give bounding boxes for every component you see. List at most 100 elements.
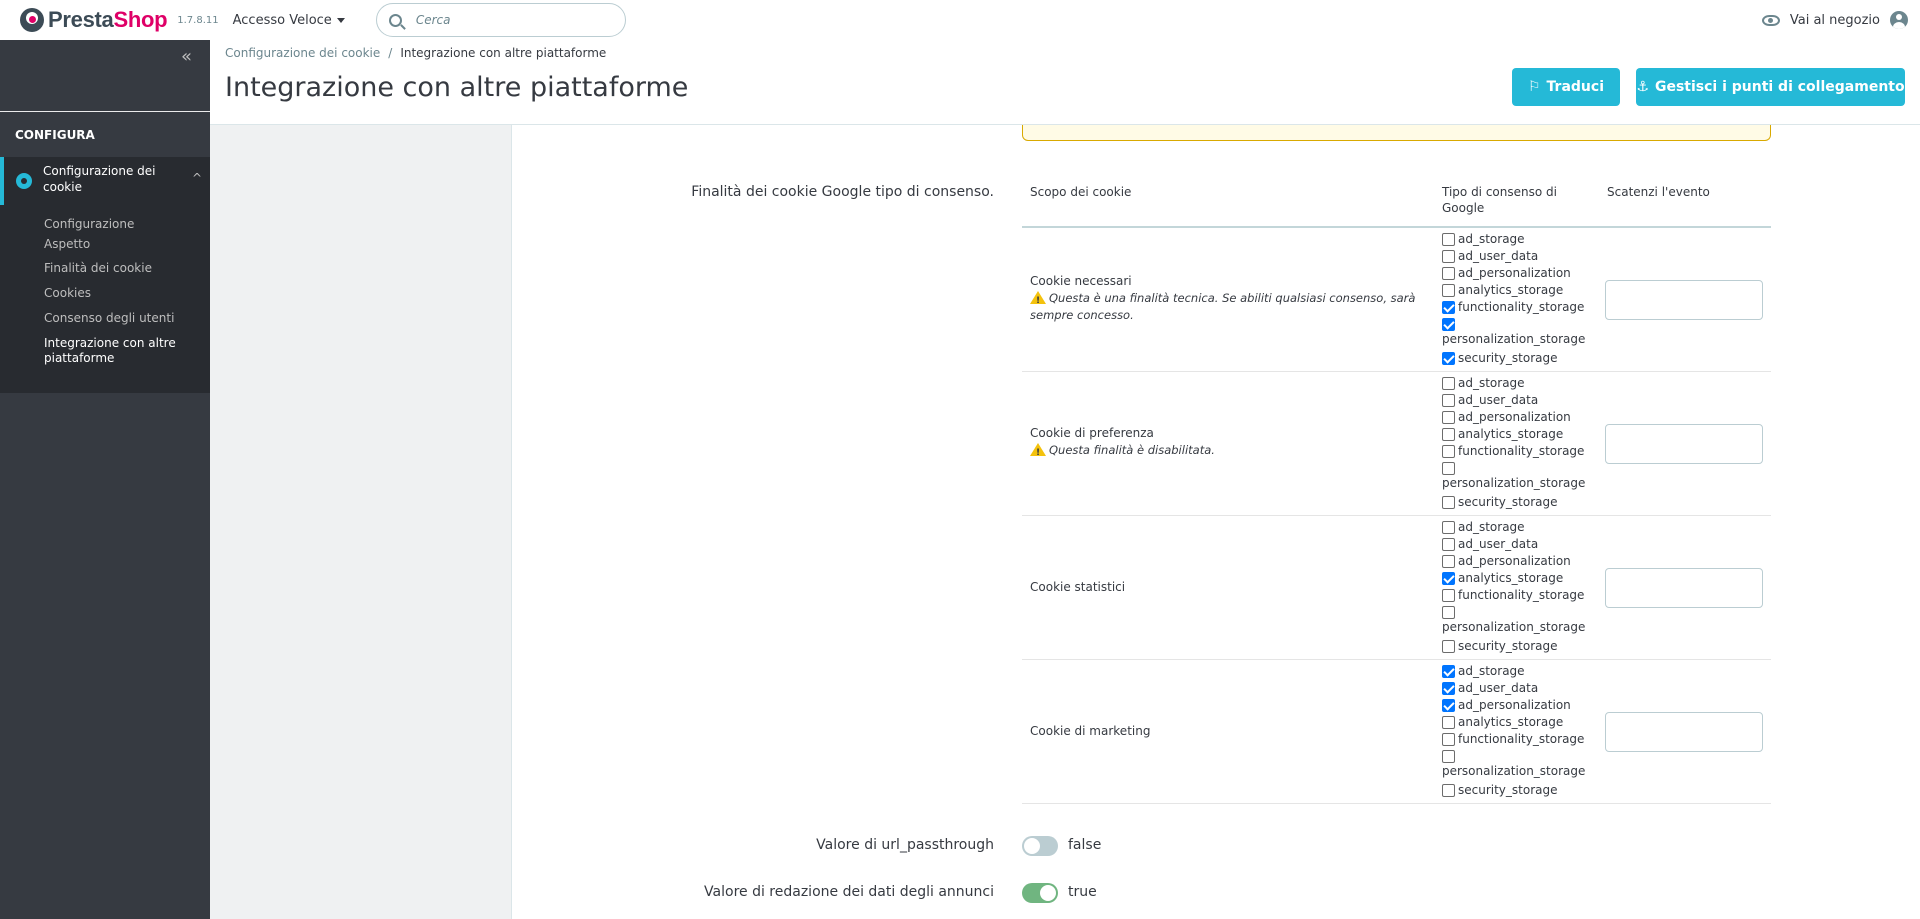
sidebar-section-title: CONFIGURA	[15, 128, 95, 142]
collapse-sidebar-icon[interactable]: «	[181, 48, 192, 66]
sidebar-item-cookie-config[interactable]: Configurazione dei cookie ^	[0, 157, 210, 205]
checkbox[interactable]	[1442, 428, 1455, 441]
checkbox-item[interactable]: ad_storage	[1442, 375, 1585, 392]
manage-hooks-button[interactable]: ⚓ Gestisci i punti di collegamento	[1636, 68, 1905, 106]
quick-access-dropdown[interactable]: Accesso Veloce	[233, 13, 345, 28]
checkbox[interactable]	[1442, 462, 1455, 475]
cookie-icon	[16, 173, 32, 189]
page-header: Configurazione dei cookie / Integrazione c…	[210, 40, 1920, 125]
user-account-icon[interactable]	[1890, 11, 1908, 29]
breadcrumb-current: Integrazione con altre piattaforme	[400, 46, 607, 60]
search-input[interactable]	[415, 13, 596, 27]
checkbox-item[interactable]: functionality_storage	[1442, 443, 1585, 460]
checkbox-item[interactable]: security_storage	[1442, 782, 1585, 799]
table-row: Cookie necessari Questa è una finalità t…	[1022, 228, 1771, 372]
checkbox[interactable]	[1442, 716, 1455, 729]
checkbox-item[interactable]: security_storage	[1442, 494, 1585, 511]
checkbox[interactable]	[1442, 267, 1455, 280]
checkbox[interactable]	[1442, 640, 1455, 653]
checkbox-item[interactable]: ad_storage	[1442, 663, 1585, 680]
checkbox[interactable]	[1442, 284, 1455, 297]
prestashop-logo[interactable]: PrestaShop	[20, 7, 168, 33]
checkbox[interactable]	[1442, 318, 1455, 331]
checkbox-item[interactable]: analytics_storage	[1442, 714, 1585, 731]
checkbox[interactable]	[1442, 445, 1455, 458]
sidebar-subitem-purposes[interactable]: Finalità dei cookie	[44, 261, 194, 276]
ads-redaction-value: true	[1068, 884, 1097, 900]
checkbox[interactable]	[1442, 784, 1455, 797]
checkbox-item[interactable]: ad_personalization	[1442, 409, 1585, 426]
search-box[interactable]	[375, 3, 626, 37]
checkbox[interactable]	[1442, 411, 1455, 424]
checkbox-item[interactable]: analytics_storage	[1442, 570, 1585, 587]
sidebar-subitem-appearance[interactable]: Aspetto	[44, 237, 194, 252]
sidebar-subitem-integrations[interactable]: Integrazione con altre piattaforme	[44, 336, 194, 366]
checkbox[interactable]	[1442, 377, 1455, 390]
sidebar-subitem-cookies[interactable]: Cookies	[44, 286, 194, 301]
sidebar-item-label: Configurazione dei cookie	[43, 164, 156, 194]
checkbox-item[interactable]: personalization_storage	[1442, 316, 1585, 350]
checkbox-item[interactable]: ad_user_data	[1442, 680, 1585, 697]
trigger-event-input[interactable]	[1605, 424, 1763, 464]
row-label-necessary: Cookie necessari	[1030, 274, 1132, 288]
checkbox-item[interactable]: ad_personalization	[1442, 553, 1585, 570]
search-icon	[388, 13, 402, 27]
checkbox-item[interactable]: ad_user_data	[1442, 392, 1585, 409]
checkbox[interactable]	[1442, 352, 1455, 365]
checkbox[interactable]	[1442, 394, 1455, 407]
checkbox[interactable]	[1442, 496, 1455, 509]
checkbox-item[interactable]: analytics_storage	[1442, 426, 1585, 443]
checkbox-item[interactable]: ad_personalization	[1442, 265, 1585, 282]
checkbox-item[interactable]: ad_user_data	[1442, 248, 1585, 265]
checkbox[interactable]	[1442, 699, 1455, 712]
ads-redaction-toggle[interactable]	[1022, 883, 1058, 903]
checkbox-item[interactable]: security_storage	[1442, 350, 1585, 367]
checkbox-item[interactable]: functionality_storage	[1442, 731, 1585, 748]
checkbox-item[interactable]: ad_storage	[1442, 231, 1585, 248]
checkbox[interactable]	[1442, 572, 1455, 585]
translate-button-label: Traduci	[1546, 79, 1604, 95]
checkbox-item[interactable]: security_storage	[1442, 638, 1585, 655]
consent-checkbox-list: ad_storage ad_user_data ad_personalizati…	[1442, 231, 1585, 367]
sidebar-subitem-user-consent[interactable]: Consenso degli utenti	[44, 311, 194, 326]
checkbox-item[interactable]: functionality_storage	[1442, 299, 1585, 316]
checkbox[interactable]	[1442, 682, 1455, 695]
checkbox[interactable]	[1442, 589, 1455, 602]
url-passthrough-toggle[interactable]	[1022, 836, 1058, 856]
checkbox-item[interactable]: ad_storage	[1442, 519, 1585, 536]
view-store-link[interactable]: Vai al negozio	[1761, 11, 1908, 29]
checkbox[interactable]	[1442, 750, 1455, 763]
checkbox-item[interactable]: functionality_storage	[1442, 587, 1585, 604]
checkbox-item[interactable]: personalization_storage	[1442, 604, 1585, 638]
warning-alert	[1022, 125, 1771, 141]
sidebar-subitem-configuration[interactable]: Configurazione	[44, 217, 194, 232]
trigger-event-input[interactable]	[1605, 712, 1763, 752]
header-trigger-event: Scatenzi l'evento	[1607, 185, 1710, 199]
header-consent-type: Tipo di consenso di Google	[1442, 185, 1557, 215]
breadcrumb-separator: /	[388, 46, 393, 60]
checkbox[interactable]	[1442, 733, 1455, 746]
checkbox[interactable]	[1442, 555, 1455, 568]
top-header: PrestaShop 1.7.8.11 Accesso Veloce Vai a…	[0, 0, 1920, 40]
breadcrumb-parent-link[interactable]: Configurazione dei cookie	[225, 46, 380, 60]
checkbox-item[interactable]: analytics_storage	[1442, 282, 1585, 299]
translate-button[interactable]: ⚐ Traduci	[1512, 68, 1620, 106]
logo-text: PrestaShop	[48, 7, 168, 32]
checkbox[interactable]	[1442, 538, 1455, 551]
toggle-knob	[1040, 885, 1056, 901]
checkbox-item[interactable]: ad_personalization	[1442, 697, 1585, 714]
trigger-event-input[interactable]	[1605, 568, 1763, 608]
row-note-preference: Questa finalità è disabilitata.	[1030, 442, 1435, 462]
checkbox[interactable]	[1442, 250, 1455, 263]
quick-access-label: Accesso Veloce	[232, 12, 332, 28]
checkbox-item[interactable]: ad_user_data	[1442, 536, 1585, 553]
checkbox[interactable]	[1442, 665, 1455, 678]
checkbox[interactable]	[1442, 606, 1455, 619]
caret-down-icon	[336, 17, 345, 23]
checkbox-item[interactable]: personalization_storage	[1442, 748, 1585, 782]
trigger-event-input[interactable]	[1605, 280, 1763, 320]
checkbox-item[interactable]: personalization_storage	[1442, 460, 1585, 494]
checkbox[interactable]	[1442, 301, 1455, 314]
checkbox[interactable]	[1442, 233, 1455, 246]
checkbox[interactable]	[1442, 521, 1455, 534]
